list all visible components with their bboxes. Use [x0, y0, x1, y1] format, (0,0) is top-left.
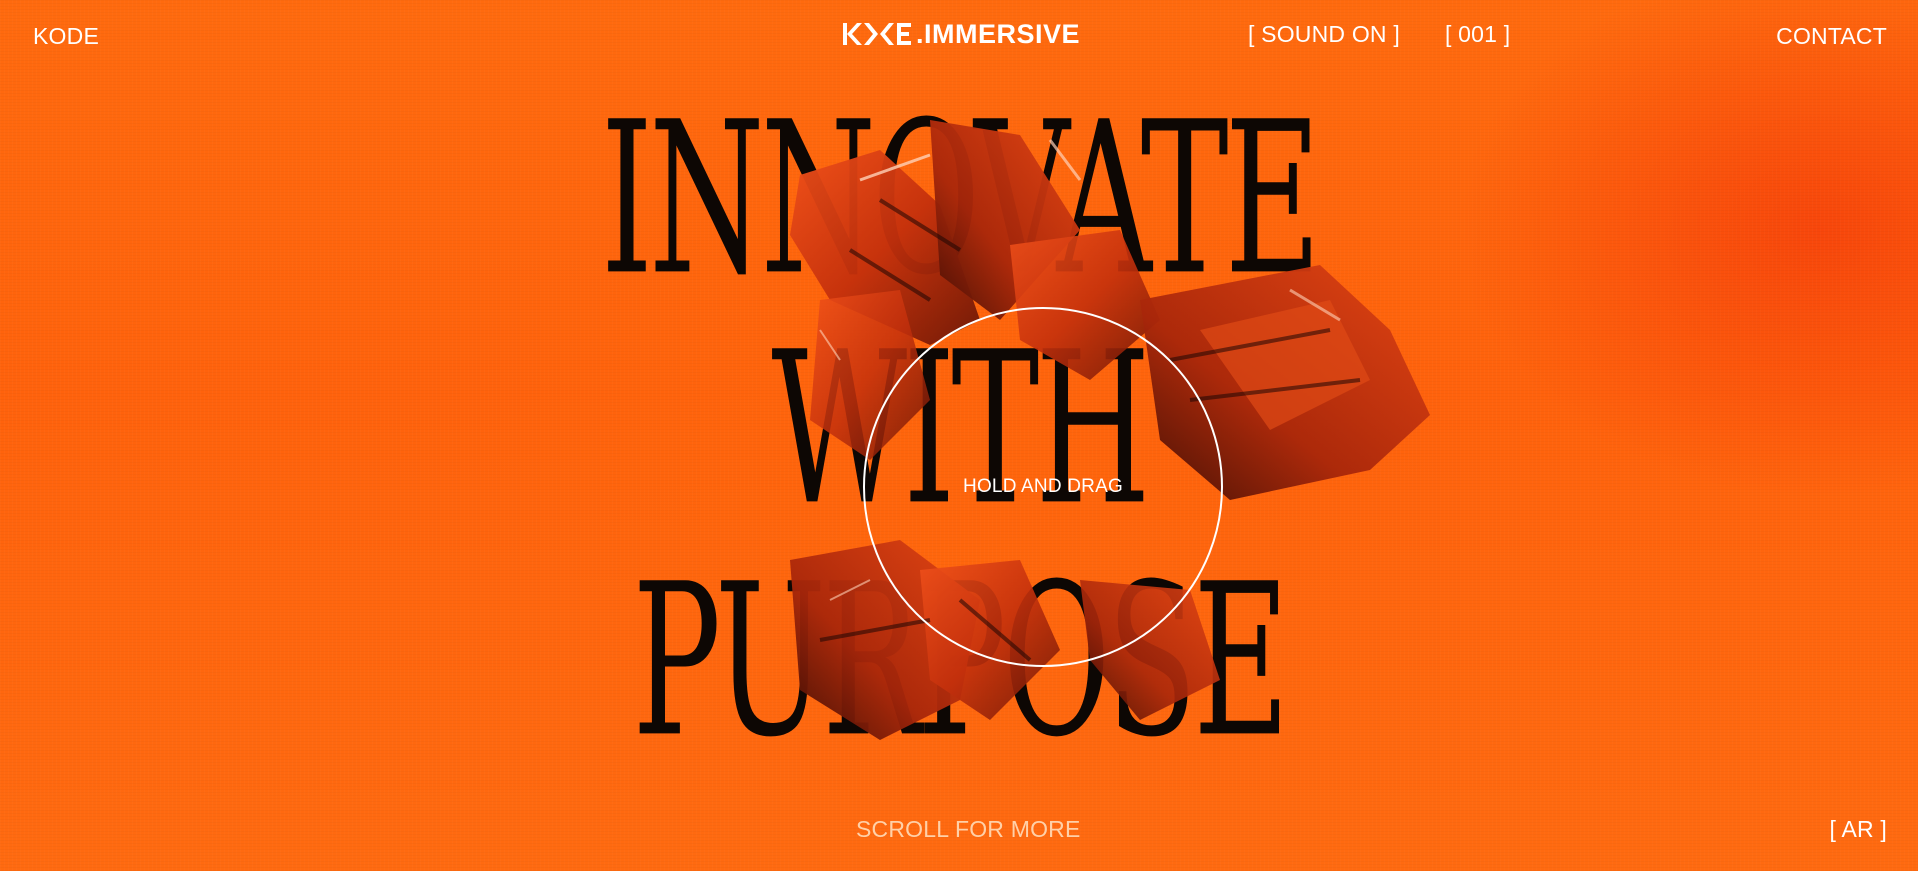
fragment-highlight: [1289, 288, 1341, 322]
site-logo[interactable]: .IMMERSIVE: [842, 18, 1080, 50]
contact-link[interactable]: CONTACT: [1776, 22, 1887, 50]
section-counter: [ 001 ]: [1445, 21, 1511, 47]
ar-toggle[interactable]: [ AR ]: [1830, 816, 1887, 843]
fragment-highlight: [1048, 139, 1082, 181]
fragment-highlight: [829, 579, 871, 601]
fragment: [1200, 300, 1370, 430]
sound-toggle[interactable]: [ SOUND ON ]: [1248, 20, 1400, 48]
headline-line-1: INNOVATE: [600, 77, 1321, 322]
fragment-highlight: [859, 153, 931, 182]
drag-hint-label: HOLD AND DRAG: [963, 476, 1123, 497]
scroll-for-more-link[interactable]: SCROLL FOR MORE: [856, 816, 1081, 843]
logo-wordmark: .IMMERSIVE: [916, 18, 1081, 49]
brand-link[interactable]: KODE: [33, 22, 99, 50]
fragment-highlight: [819, 329, 841, 361]
fragment: [930, 120, 1080, 320]
logo-kode-icon: [843, 23, 911, 45]
logo-mark: [842, 18, 916, 50]
hold-and-drag-ring[interactable]: HOLD AND DRAG: [863, 307, 1223, 667]
fragment: [790, 150, 980, 345]
